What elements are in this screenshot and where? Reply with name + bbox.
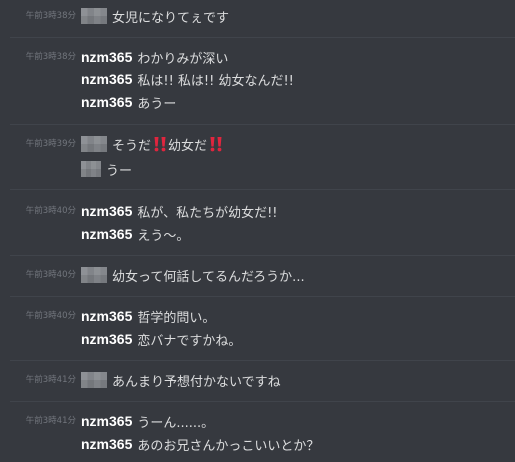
timestamp: 午前3時40分 bbox=[25, 270, 76, 280]
message-row: nzm365 私は!! 私は!! 幼女なんだ!! bbox=[0, 70, 515, 89]
message-text: 哲学的問い。 bbox=[137, 310, 216, 326]
message-row: 午前3時40分 nzm365 哲学的問い。 bbox=[0, 307, 515, 326]
message-row: 午前3時40分 nzm365 私が、私たちが幼女だ!! bbox=[0, 202, 515, 221]
message-row: 午前3時41分 あんまり予想付かないですね bbox=[0, 371, 515, 390]
timestamp: 午前3時40分 bbox=[25, 206, 76, 216]
message-content: 幼女って何話してるんだろうか... bbox=[81, 266, 305, 285]
message-text: あんまり予想付かないですね bbox=[112, 374, 281, 390]
message-text: 恋バナですかね。 bbox=[137, 333, 242, 349]
message-content: nzm365 あうー bbox=[81, 93, 177, 112]
message-content: nzm365 恋バナですかね。 bbox=[81, 330, 242, 349]
timestamp: 午前3時41分 bbox=[25, 416, 76, 426]
message-content: nzm365 あのお兄さんかっこいいとか？ bbox=[81, 435, 320, 454]
double-exclamation-icon bbox=[153, 135, 167, 153]
redacted-username bbox=[81, 8, 107, 24]
message-row: 午前3時38分 nzm365 わかりみが深い bbox=[0, 48, 515, 67]
chat-log: 午前3時38分 女児になりてぇです 午前3時38分 nzm365 わかりみが深い… bbox=[0, 0, 515, 462]
message-divider bbox=[10, 124, 515, 125]
message-content: nzm365 わかりみが深い bbox=[81, 48, 229, 67]
message-row: nzm365 あのお兄さんかっこいいとか？ bbox=[0, 435, 515, 454]
redacted-username bbox=[81, 267, 107, 283]
message-text: えう〜。 bbox=[137, 228, 190, 244]
timestamp: 午前3時38分 bbox=[25, 52, 76, 62]
message-author[interactable]: nzm365 bbox=[81, 436, 132, 452]
redacted-username bbox=[81, 136, 107, 152]
message-divider bbox=[10, 255, 515, 256]
message-author[interactable]: nzm365 bbox=[81, 71, 132, 87]
message-text: うー bbox=[106, 163, 133, 179]
message-author[interactable]: nzm365 bbox=[81, 94, 132, 110]
message-text: 幼女って何話してるんだろうか... bbox=[112, 269, 305, 285]
message-content: nzm365 哲学的問い。 bbox=[81, 307, 216, 326]
message-divider bbox=[10, 296, 515, 297]
redacted-username bbox=[81, 372, 107, 388]
message-text: 女児になりてぇです bbox=[112, 10, 230, 26]
message-author[interactable]: nzm365 bbox=[81, 226, 132, 242]
message-row: nzm365 えう〜。 bbox=[0, 225, 515, 244]
message-content: あんまり予想付かないですね bbox=[81, 371, 281, 390]
message-author[interactable]: nzm365 bbox=[81, 308, 132, 324]
message-row: 午前3時38分 女児になりてぇです bbox=[0, 7, 515, 26]
message-content: nzm365 うーん......。 bbox=[81, 412, 215, 431]
message-text: あうー bbox=[137, 96, 177, 112]
message-row: うー bbox=[0, 160, 515, 179]
message-text: わかりみが深い bbox=[137, 51, 229, 67]
message-row: 午前3時39分 そうだ 幼女だ bbox=[0, 135, 515, 154]
message-content: nzm365 私は!! 私は!! 幼女なんだ!! bbox=[81, 70, 294, 89]
message-content: 女児になりてぇです bbox=[81, 7, 230, 26]
timestamp: 午前3時41分 bbox=[25, 375, 76, 385]
message-text: うーん......。 bbox=[137, 415, 215, 431]
message-divider bbox=[10, 37, 515, 38]
message-text: あのお兄さんかっこいいとか？ bbox=[137, 438, 320, 454]
message-author[interactable]: nzm365 bbox=[81, 331, 132, 347]
message-divider bbox=[10, 189, 515, 190]
message-author[interactable]: nzm365 bbox=[81, 203, 132, 219]
message-author[interactable]: nzm365 bbox=[81, 49, 132, 65]
message-text: 私は!! 私は!! 幼女なんだ!! bbox=[137, 73, 294, 89]
message-divider bbox=[10, 401, 515, 402]
message-content: うー bbox=[81, 160, 133, 179]
message-text: 幼女だ bbox=[168, 138, 208, 154]
message-content: nzm365 私が、私たちが幼女だ!! bbox=[81, 202, 278, 221]
timestamp: 午前3時39分 bbox=[25, 139, 76, 149]
double-exclamation-icon bbox=[209, 135, 223, 153]
message-row: nzm365 恋バナですかね。 bbox=[0, 330, 515, 349]
message-row: 午前3時40分 幼女って何話してるんだろうか... bbox=[0, 266, 515, 285]
message-content: nzm365 えう〜。 bbox=[81, 225, 190, 244]
timestamp: 午前3時40分 bbox=[25, 311, 76, 321]
message-row: nzm365 あうー bbox=[0, 93, 515, 112]
redacted-username bbox=[81, 161, 101, 177]
timestamp: 午前3時38分 bbox=[25, 11, 76, 21]
message-text: 私が、私たちが幼女だ!! bbox=[137, 205, 278, 221]
message-text: そうだ bbox=[112, 138, 152, 154]
message-row: 午前3時41分 nzm365 うーん......。 bbox=[0, 412, 515, 431]
message-content: そうだ 幼女だ bbox=[81, 135, 224, 154]
message-author[interactable]: nzm365 bbox=[81, 413, 132, 429]
message-divider bbox=[10, 360, 515, 361]
